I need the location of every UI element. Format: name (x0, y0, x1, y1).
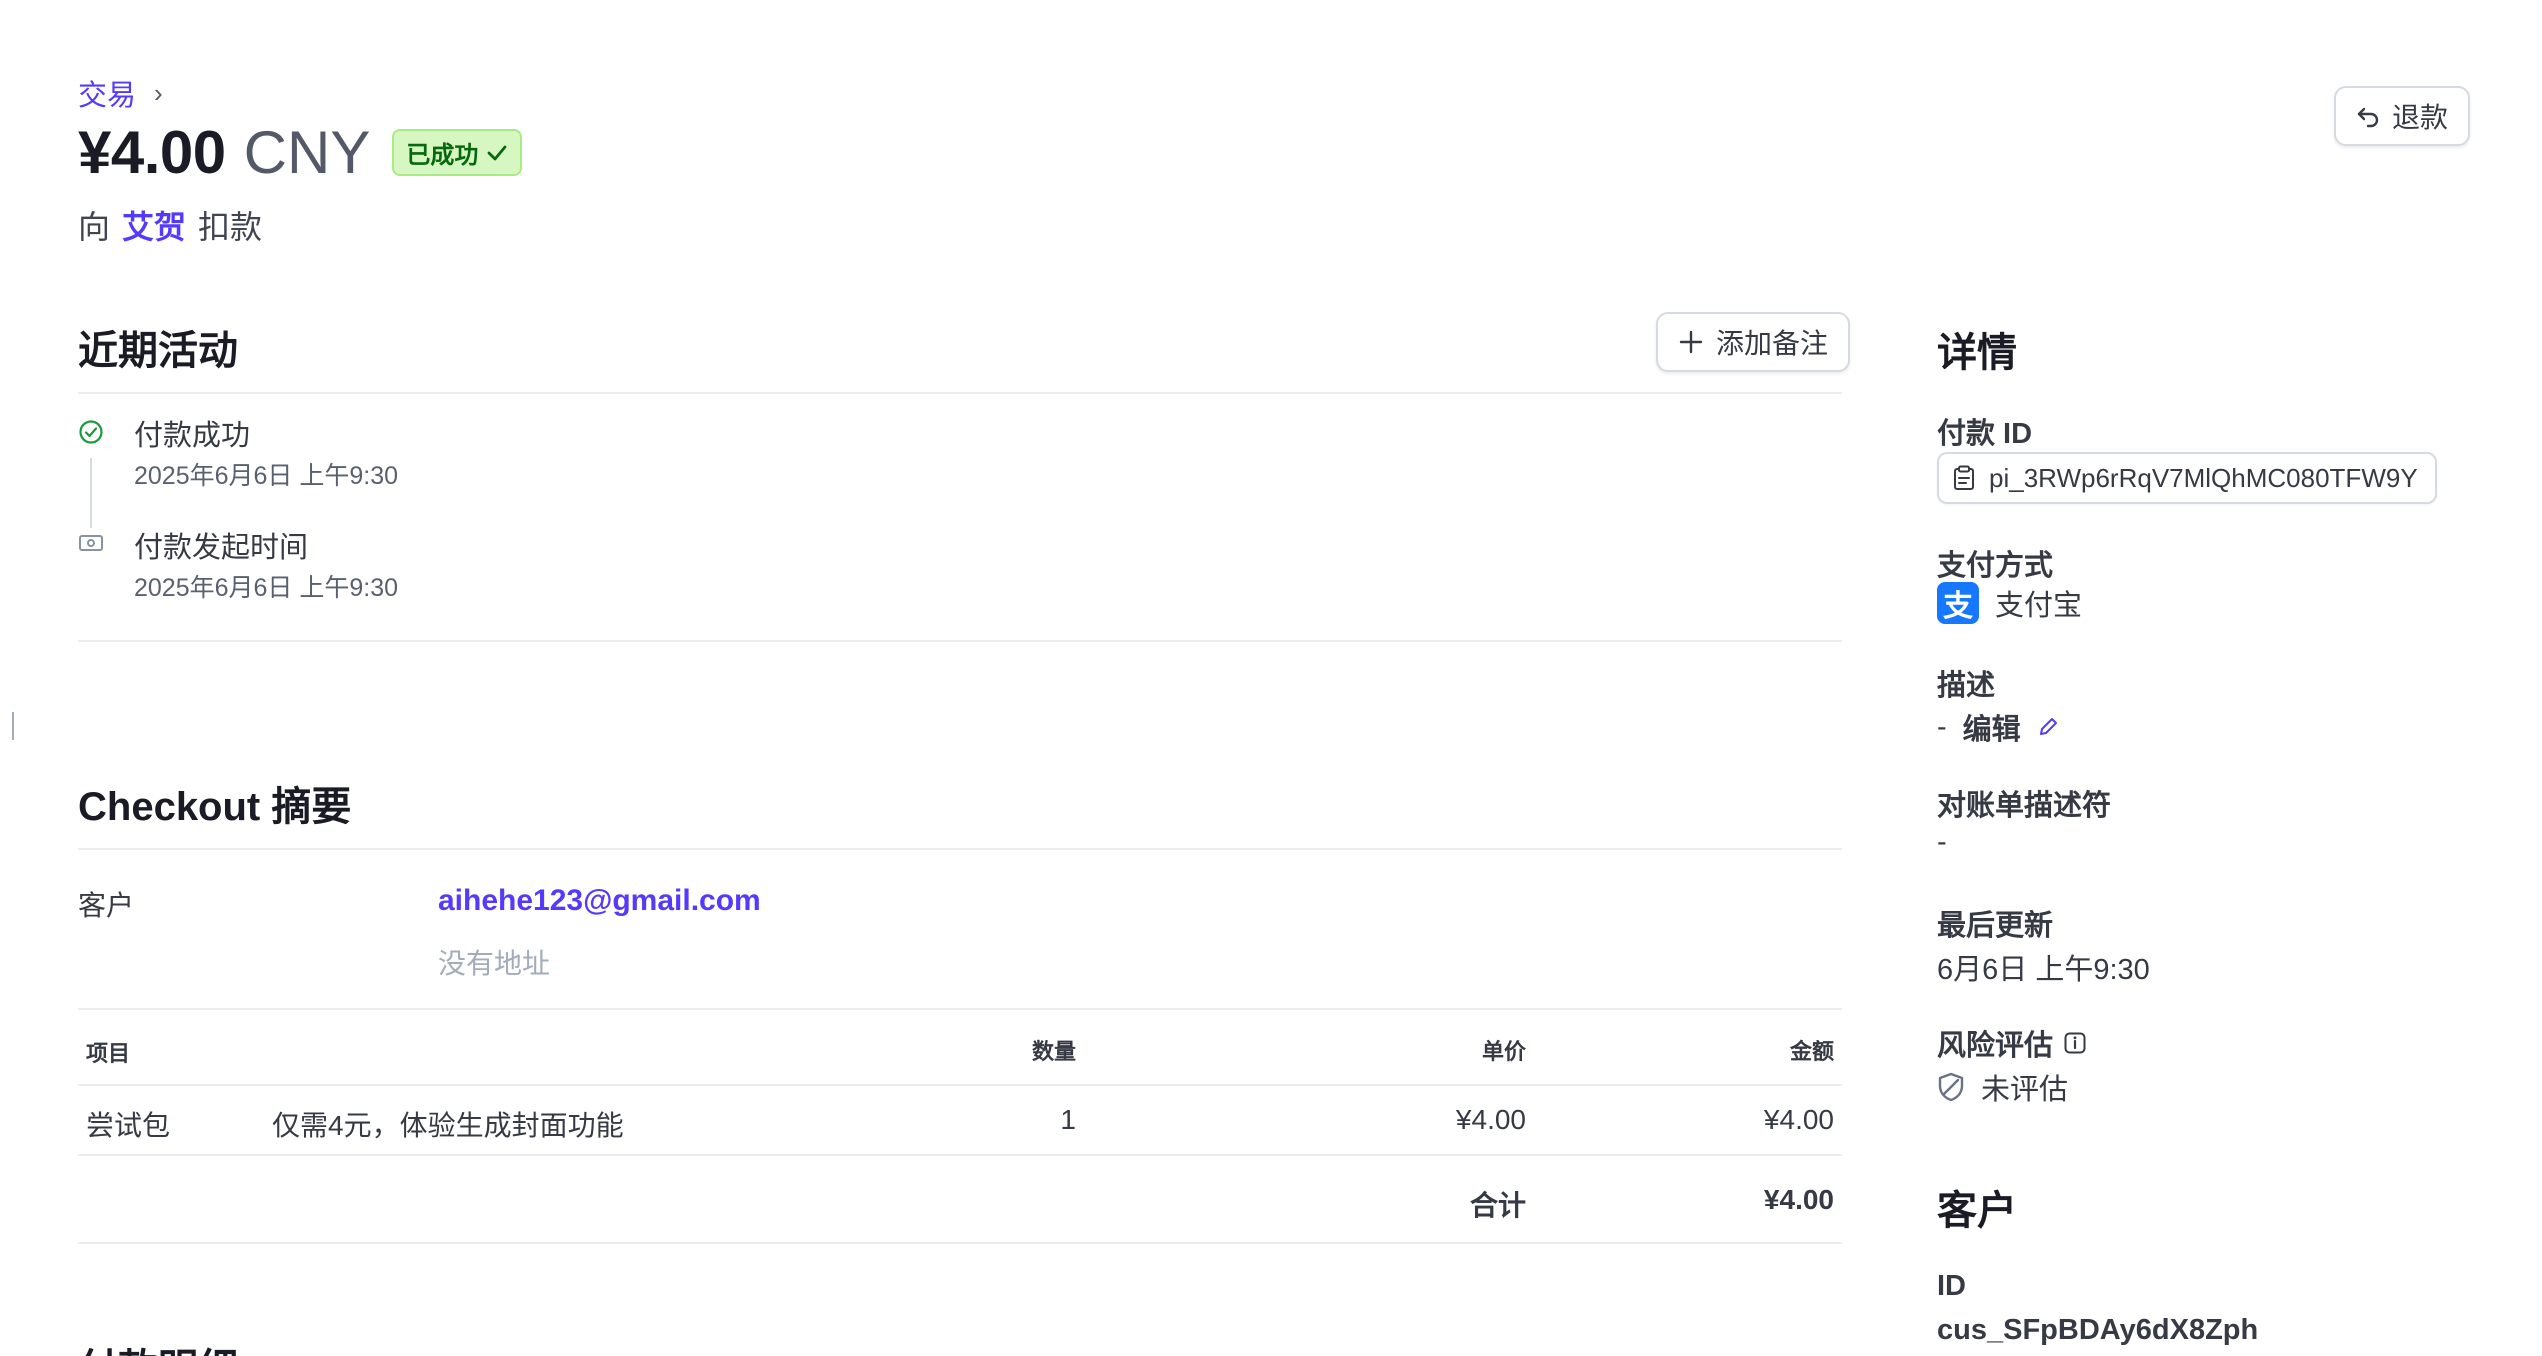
payment-currency: CNY (243, 119, 371, 186)
customer-section-title: 客户 (1937, 1189, 2017, 1233)
column-header-qty: 数量 (1031, 1039, 1076, 1064)
details-title: 详情 (1937, 331, 2017, 375)
plus-icon (1679, 330, 1703, 354)
charge-description: 向 艾贺 扣款 (78, 202, 262, 248)
last-updated-label: 最后更新 (1937, 910, 2054, 942)
divider (78, 640, 1842, 642)
last-updated-value: 6月6日 上午9:30 (1937, 954, 2150, 986)
column-header-unit-price: 单价 (1481, 1039, 1526, 1064)
payment-amount: ¥4.00 (78, 119, 226, 186)
customer-email-link[interactable]: aihehe123@gmail.com (438, 884, 761, 918)
add-note-label: 添加备注 (1716, 328, 1829, 359)
breadcrumb: 交易 › (78, 72, 163, 114)
activity-event-title: 付款发起时间 (134, 532, 309, 564)
refund-button[interactable]: 退款 (2334, 86, 2471, 146)
divider (78, 848, 1842, 850)
activity-event-time: 2025年6月6日 上午9:30 (134, 574, 399, 602)
risk-label-row: 风险评估 (1937, 1022, 2087, 1064)
payment-id-label: 付款 ID (1937, 418, 2033, 450)
line-item-description: 仅需4元，体验生成封面功能 (272, 1110, 624, 1141)
total-label: 合计 (1469, 1190, 1526, 1221)
payment-method: 支 支付宝 (1937, 582, 2082, 624)
description-row: - 编辑 (1937, 706, 2059, 748)
divider (78, 1084, 1842, 1086)
alipay-logo-icon: 支 (1937, 582, 1979, 624)
pencil-icon[interactable] (2037, 716, 2059, 738)
scroll-indicator[interactable] (12, 712, 14, 740)
chevron-right-icon: › (154, 77, 163, 108)
payment-details-title: 付款明细 (78, 1336, 238, 1356)
payment-method-value: 支付宝 (1995, 590, 2083, 622)
shield-icon (1938, 1072, 1964, 1102)
payment-id-chip[interactable]: pi_3RWp6rRqV7MlQhMC080TFW9Y (1937, 452, 2437, 504)
risk-row: 未评估 (1937, 1066, 2068, 1108)
amount-row: ¥4.00 CNY 已成功 (78, 118, 523, 187)
activity-event-time: 2025年6月6日 上午9:30 (134, 462, 399, 490)
status-badge-label: 已成功 (406, 142, 479, 169)
statement-descriptor-label: 对账单描述符 (1937, 790, 2112, 822)
total-value: ¥4.00 (1763, 1184, 1834, 1215)
risk-label: 风险评估 (1937, 1030, 2054, 1062)
charge-prefix: 向 (78, 209, 111, 245)
payment-method-label: 支付方式 (1937, 550, 2054, 582)
checkout-summary-title: Checkout 摘要 (78, 785, 352, 829)
payment-id-value: pi_3RWp6rRqV7MlQhMC080TFW9Y (1989, 462, 2418, 493)
line-item-name: 尝试包 (86, 1110, 171, 1141)
risk-value: 未评估 (1981, 1074, 2069, 1106)
description-label: 描述 (1937, 670, 1996, 702)
add-note-button[interactable]: 添加备注 (1656, 312, 1851, 372)
description-value: - (1937, 710, 1947, 743)
column-header-amount: 金额 (1789, 1039, 1834, 1064)
customer-name-link[interactable]: 艾贺 (122, 202, 186, 248)
activity-event-title: 付款成功 (134, 420, 251, 452)
column-header-item: 项目 (86, 1041, 131, 1066)
payment-icon (79, 535, 103, 551)
status-badge: 已成功 (392, 129, 523, 176)
line-item-unit-price: ¥4.00 (1455, 1104, 1526, 1135)
breadcrumb-transactions-link[interactable]: 交易 (78, 72, 136, 114)
divider (78, 1242, 1842, 1244)
checkmark-icon (487, 145, 507, 160)
customer-address: 没有地址 (438, 948, 551, 979)
clipboard-icon (1954, 465, 1974, 490)
refund-button-label: 退款 (2392, 102, 2449, 133)
check-circle-icon (79, 420, 103, 444)
divider (78, 392, 1842, 394)
info-icon[interactable] (2063, 1031, 2087, 1055)
description-edit-link[interactable]: 编辑 (1963, 706, 2021, 748)
undo-arrow-icon (2357, 107, 2379, 128)
timeline-connector (90, 458, 92, 528)
customer-label: 客户 (78, 890, 135, 921)
divider (78, 1154, 1842, 1156)
customer-id-label: ID (1937, 1270, 1966, 1302)
line-item-amount: ¥4.00 (1763, 1104, 1834, 1135)
statement-descriptor-value: - (1937, 826, 1947, 858)
line-item-qty: 1 (1060, 1104, 1076, 1135)
divider (78, 1008, 1842, 1010)
activity-title: 近期活动 (78, 329, 238, 373)
customer-id-link[interactable]: cus_SFpBDAy6dX8Zph (1937, 1314, 2258, 1347)
charge-suffix: 扣款 (198, 209, 263, 245)
